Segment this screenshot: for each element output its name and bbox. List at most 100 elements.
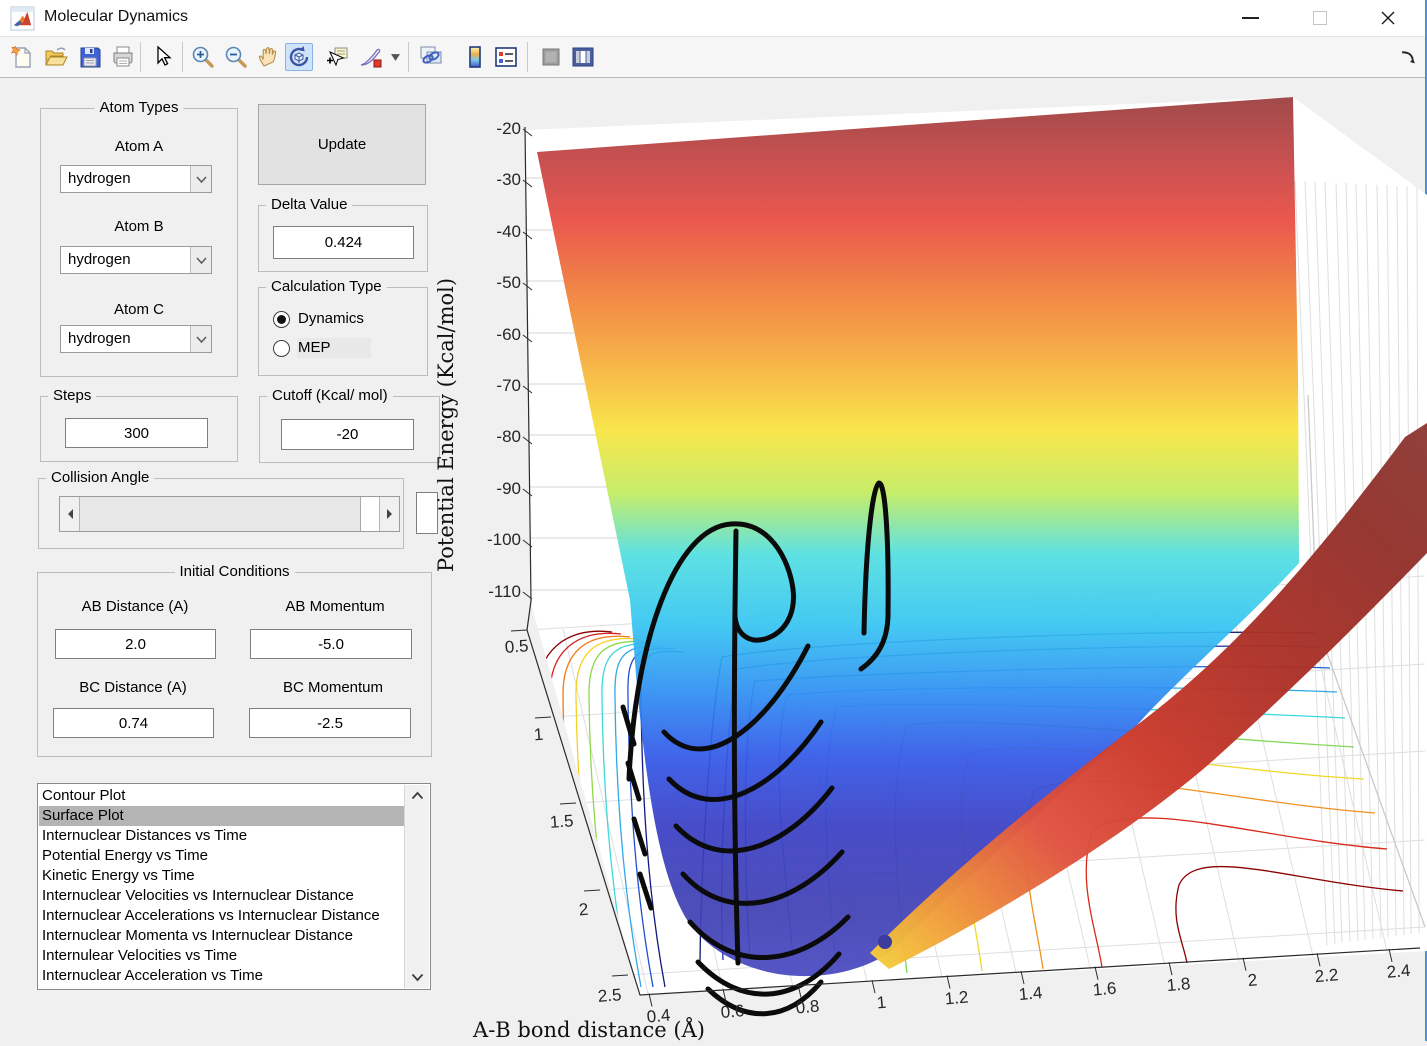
list-item[interactable]: Internuclear Velocities vs Internuclear … [39, 886, 404, 906]
radio-button-icon[interactable] [273, 310, 290, 328]
bc-momentum-field[interactable] [249, 708, 411, 738]
bc-momentum-label: BC Momentum [282, 679, 384, 696]
list-item[interactable]: Internuclear Distances vs Time [39, 826, 404, 846]
axis-tick-label: -40 [496, 222, 521, 241]
scroll-up-icon[interactable] [405, 785, 429, 806]
save-icon[interactable] [76, 43, 104, 71]
new-file-icon[interactable] [8, 43, 36, 71]
figure-toolbar [0, 37, 1425, 78]
axis-tick-label: -100 [487, 530, 521, 549]
steps-field[interactable] [65, 418, 208, 448]
axis-tick-label: -90 [496, 479, 521, 498]
pointer-icon[interactable] [148, 43, 176, 71]
update-button[interactable]: Update [258, 104, 426, 185]
axis-tick-label: 1 [533, 725, 544, 745]
axis-tick-label: -30 [496, 170, 521, 189]
brush-icon[interactable] [357, 43, 385, 71]
data-cursor-icon[interactable] [324, 43, 352, 71]
atom-c-label: Atom C [113, 301, 164, 318]
zoom-in-icon[interactable] [189, 43, 217, 71]
chevron-down-icon[interactable] [190, 166, 211, 192]
axis-tick-label: 1.5 [549, 811, 574, 832]
axis-tick-mark [871, 979, 876, 994]
panel-title: Collision Angle [46, 469, 155, 487]
atom-b-value: hydrogen [68, 251, 131, 268]
slider-left-arrow-icon[interactable] [60, 497, 80, 531]
ab-momentum-field[interactable] [250, 629, 412, 659]
listbox-scrollbar[interactable] [404, 785, 429, 988]
plot-tools-off-icon[interactable] [537, 43, 565, 71]
zoom-out-icon[interactable] [222, 43, 250, 71]
matlab-logo-icon [10, 6, 35, 31]
toolbar-separator [182, 42, 183, 72]
collision-angle-value-field[interactable] [416, 492, 438, 534]
list-item[interactable]: Internuclear Accelerations vs Internucle… [39, 906, 404, 926]
collision-angle-slider[interactable] [59, 496, 400, 532]
list-item[interactable]: Internuclear Momenta vs Internuclear Dis… [39, 926, 404, 946]
maximize-icon[interactable] [1297, 0, 1343, 36]
chevron-down-icon[interactable] [190, 247, 211, 273]
axis-tick-label: -20 [496, 119, 521, 138]
panel-title: Cutoff (Kcal/ mol) [267, 387, 393, 405]
bc-distance-label: BC Distance (A) [79, 679, 187, 696]
atom-a-value: hydrogen [68, 170, 131, 187]
axis-tick-label: 1.4 [1018, 983, 1043, 1004]
chevron-down-icon[interactable] [190, 326, 211, 352]
plot-3d-axes[interactable]: -20 -30 -40 -50 -60 -70 -80 -90 -100 -110 0.5 1 1.5 2… [434, 85, 1427, 1042]
list-item[interactable]: Internuclear Momenta vs Time [39, 986, 404, 988]
open-folder-icon[interactable] [42, 43, 70, 71]
axis-tick-label: 1 [876, 993, 887, 1013]
bc-distance-field[interactable] [53, 708, 214, 738]
axis-tick-label: 2.5 [597, 985, 622, 1006]
atom-a-dropdown[interactable]: hydrogen [60, 165, 212, 193]
minimize-icon[interactable] [1227, 0, 1273, 36]
list-item[interactable]: Internulear Velocities vs Time [39, 946, 404, 966]
slider-right-arrow-icon[interactable] [379, 497, 399, 531]
plot-type-listbox[interactable]: Contour Plot Surface Plot Internuclear Dis… [37, 783, 431, 990]
toolbar-separator [527, 42, 528, 72]
delta-value-field[interactable] [273, 226, 414, 259]
toolbar-separator [408, 42, 409, 72]
brush-dropdown-caret[interactable] [391, 54, 400, 61]
insert-colorbar-icon[interactable] [461, 43, 489, 71]
link-plots-icon[interactable] [417, 43, 445, 71]
radio-option-mep[interactable]: MEP [273, 337, 371, 359]
axis-tick-label: 1.2 [944, 988, 969, 1009]
slider-track[interactable] [361, 497, 379, 531]
ab-distance-field[interactable] [55, 629, 216, 659]
atom-c-dropdown[interactable]: hydrogen [60, 325, 212, 353]
radio-button-icon[interactable] [273, 339, 290, 357]
axis-tick-label: -110 [488, 582, 521, 601]
cutoff-field[interactable] [281, 419, 414, 450]
axis-tick-mark [534, 716, 552, 719]
scroll-down-icon[interactable] [405, 967, 429, 988]
list-item[interactable]: Contour Plot [39, 786, 404, 806]
list-item[interactable]: Kinetic Energy vs Time [39, 866, 404, 886]
list-item[interactable]: Surface Plot [39, 806, 404, 826]
x-axis-label: A-B bond distance (Å) [472, 1017, 705, 1041]
plot-tools-dock-icon[interactable] [569, 43, 597, 71]
axis-tick-mark [559, 802, 577, 805]
radio-option-dynamics[interactable]: Dynamics [273, 308, 370, 330]
list-item[interactable]: Potential Energy vs Time [39, 846, 404, 866]
ab-momentum-label: AB Momentum [285, 598, 385, 615]
atom-b-label: Atom B [114, 218, 164, 235]
slider-thumb[interactable] [80, 497, 361, 531]
panel-title: Delta Value [266, 196, 353, 214]
list-item[interactable]: Internuclear Acceleration vs Time [39, 966, 404, 986]
trajectory-end-marker [878, 935, 892, 949]
panel-title: Calculation Type [266, 278, 387, 296]
axis-tick-mark [510, 629, 528, 632]
rotate-3d-icon[interactable] [285, 43, 313, 71]
axis-tick-mark [583, 889, 601, 892]
close-icon[interactable] [1365, 0, 1411, 36]
insert-legend-icon[interactable] [492, 43, 520, 71]
pan-icon[interactable] [255, 43, 283, 71]
axis-tick-mark [611, 974, 629, 977]
axis-tick-label: -60 [496, 325, 521, 344]
dock-figure-icon[interactable] [1400, 49, 1417, 64]
print-icon[interactable] [109, 43, 137, 71]
atom-b-dropdown[interactable]: hydrogen [60, 246, 212, 274]
toolbar-separator [140, 42, 141, 72]
panel-title: Atom Types [94, 99, 184, 117]
